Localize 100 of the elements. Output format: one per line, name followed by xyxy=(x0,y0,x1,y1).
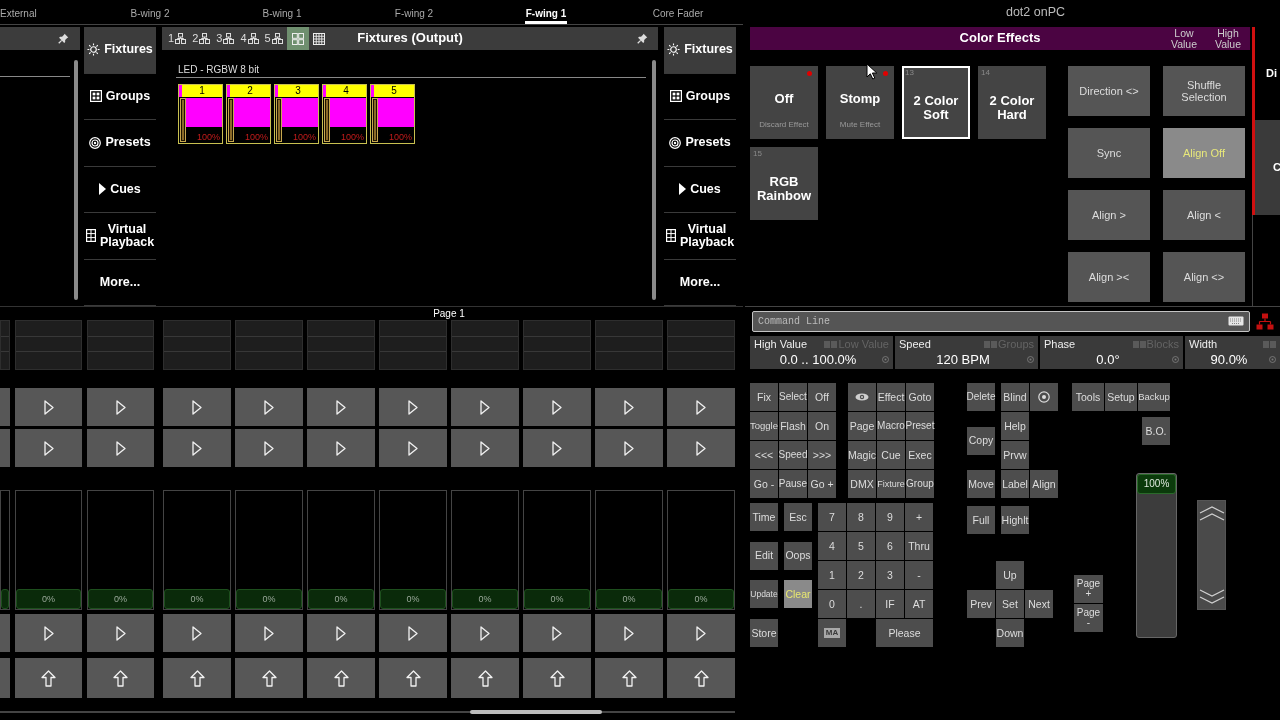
console-key[interactable]: Fix xyxy=(750,383,778,411)
executor-button[interactable] xyxy=(307,429,375,467)
executor-button[interactable] xyxy=(595,429,663,467)
console-key[interactable]: Magic xyxy=(848,441,876,469)
executor-button[interactable] xyxy=(667,614,735,652)
effect-option-button[interactable]: Shuffle Selection xyxy=(1163,66,1245,116)
console-key[interactable]: 6 xyxy=(876,532,904,560)
console-key[interactable]: Backup xyxy=(1138,383,1170,411)
effect-option-button[interactable]: Direction <> xyxy=(1068,66,1150,116)
executor-fader[interactable]: 0% xyxy=(307,490,375,610)
wing-tab[interactable]: F-wing 1 xyxy=(524,0,568,24)
fader-handle[interactable]: 0% xyxy=(452,589,518,609)
fixture-tile[interactable]: 4 100% xyxy=(322,84,367,144)
view-mode-button[interactable]: 2 xyxy=(190,27,213,50)
console-key[interactable]: Up xyxy=(996,561,1024,590)
console-key[interactable]: Speed xyxy=(779,441,807,469)
effect-button[interactable]: 14 2 Color Hard xyxy=(978,66,1046,139)
console-key[interactable]: Go - xyxy=(750,470,778,498)
console-key[interactable]: Move xyxy=(967,470,995,498)
view-mode-button[interactable]: 5 xyxy=(262,27,285,50)
console-key[interactable]: Help xyxy=(1001,412,1029,440)
effect-button[interactable]: Stomp Mute Effect xyxy=(826,66,894,139)
effect-option-button[interactable]: Align < xyxy=(1163,190,1245,240)
console-key[interactable]: DMX xyxy=(848,470,876,498)
effect-option-button[interactable]: Align > xyxy=(1068,190,1150,240)
console-key[interactable]: <<< xyxy=(750,441,778,469)
executor-fader[interactable]: 0% xyxy=(235,490,303,610)
executor-button[interactable] xyxy=(379,614,447,652)
console-key[interactable]: Flash xyxy=(779,412,807,440)
console-key[interactable]: Setup xyxy=(1105,383,1137,411)
view-mode-button[interactable] xyxy=(286,27,309,50)
console-key[interactable]: Tools xyxy=(1072,383,1104,411)
executor-fader[interactable]: 0% xyxy=(15,490,82,610)
executor-button[interactable] xyxy=(667,388,735,426)
executor-button[interactable] xyxy=(163,614,231,652)
fader-handle[interactable]: 0% xyxy=(164,589,230,609)
wing-tab[interactable]: B-wing 1 xyxy=(261,0,303,24)
executor-button[interactable] xyxy=(87,658,154,698)
console-key[interactable]: Highlt xyxy=(1001,506,1029,535)
scrollbar-thumb[interactable] xyxy=(470,710,602,714)
console-key[interactable]: Prev xyxy=(967,590,995,619)
console-key[interactable]: Align xyxy=(1030,470,1058,498)
scrollbar[interactable] xyxy=(652,60,656,300)
console-key[interactable]: Page xyxy=(848,412,876,440)
wing-tab[interactable]: B-wing 2 xyxy=(129,0,171,24)
executor-button[interactable] xyxy=(379,388,447,426)
executor-button[interactable] xyxy=(87,614,154,652)
fader-handle[interactable]: 0% xyxy=(16,589,81,609)
console-key[interactable]: Select xyxy=(779,383,807,411)
console-key[interactable]: Please xyxy=(876,619,933,647)
executor-button[interactable] xyxy=(523,429,591,467)
scroll-control[interactable] xyxy=(1197,500,1226,610)
executor-button[interactable] xyxy=(379,658,447,698)
executor-button[interactable] xyxy=(595,614,663,652)
view-mode-button[interactable]: 1 xyxy=(166,27,189,50)
wing-tab[interactable]: Core Fader xyxy=(651,0,705,24)
console-key[interactable]: Fixture xyxy=(877,470,905,498)
executor-button[interactable] xyxy=(307,388,375,426)
console-key[interactable]: Goto xyxy=(906,383,934,411)
console-key[interactable]: Down xyxy=(996,619,1024,648)
wing-tab[interactable]: F-wing 2 xyxy=(393,0,435,24)
console-key[interactable]: 5 xyxy=(847,532,875,560)
console-key[interactable]: >>> xyxy=(808,441,836,469)
console-key[interactable]: Cue xyxy=(877,441,905,469)
fader-handle[interactable]: 0% xyxy=(596,589,662,609)
executor-button[interactable] xyxy=(595,388,663,426)
executor-fader[interactable] xyxy=(0,490,10,610)
executor-button[interactable] xyxy=(523,388,591,426)
executor-button[interactable] xyxy=(595,658,663,698)
executor-button[interactable] xyxy=(451,388,519,426)
executor-button[interactable] xyxy=(523,614,591,652)
console-key[interactable]: Copy xyxy=(967,426,995,455)
console-key[interactable]: 8 xyxy=(847,503,875,531)
executor-button[interactable] xyxy=(163,658,231,698)
executor-button[interactable] xyxy=(15,658,82,698)
fader-handle[interactable]: 0% xyxy=(524,589,590,609)
executor-button[interactable] xyxy=(163,429,231,467)
executor-button[interactable] xyxy=(307,658,375,698)
effect-option-button[interactable]: Align >< xyxy=(1068,252,1150,302)
executor-button[interactable] xyxy=(451,658,519,698)
view-mode-button[interactable]: 4 xyxy=(238,27,261,50)
executor-fader[interactable]: 0% xyxy=(451,490,519,610)
console-key[interactable]: Oops xyxy=(784,541,812,570)
console-key[interactable]: 1 xyxy=(818,561,846,589)
horizontal-scrollbar[interactable] xyxy=(0,711,735,713)
console-key[interactable]: MA xyxy=(818,619,846,647)
console-key[interactable]: Off xyxy=(808,383,836,411)
console-key[interactable]: 9 xyxy=(876,503,904,531)
console-key[interactable]: Effect xyxy=(877,383,905,411)
fader-handle[interactable]: 0% xyxy=(236,589,302,609)
console-key[interactable]: Macro xyxy=(877,412,905,440)
console-key[interactable]: Exec xyxy=(906,441,934,469)
console-key[interactable]: On xyxy=(808,412,836,440)
executor-button[interactable] xyxy=(235,429,303,467)
fader-handle[interactable]: 0% xyxy=(380,589,446,609)
console-key[interactable]: Prvw xyxy=(1001,441,1029,469)
executor-button[interactable] xyxy=(87,388,154,426)
executor-fader[interactable]: 0% xyxy=(595,490,663,610)
console-key[interactable]: Group xyxy=(906,470,934,498)
executor-button[interactable] xyxy=(15,388,82,426)
